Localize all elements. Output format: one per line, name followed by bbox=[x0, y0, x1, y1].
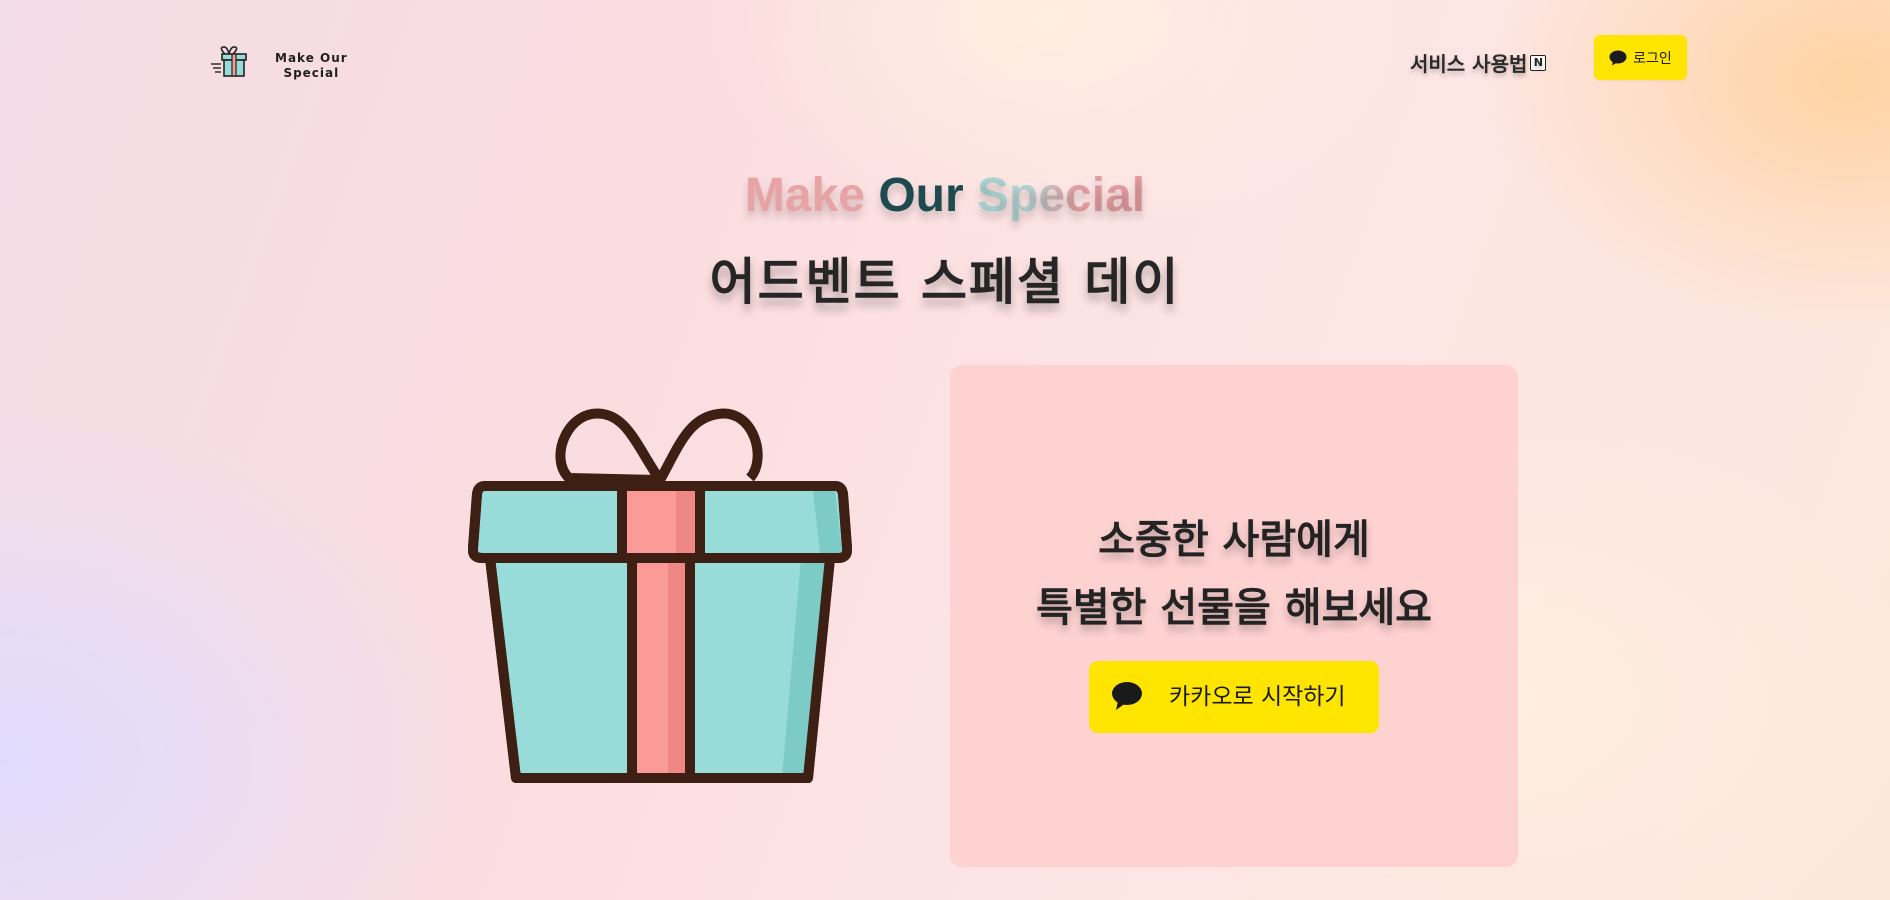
hero-title-special: Special bbox=[977, 169, 1146, 222]
intro-card: 소중한 사람에게 특별한 선물을 해보세요 카카오로 시작하기 bbox=[950, 365, 1518, 867]
login-label: 로그인 bbox=[1633, 50, 1672, 67]
site-header: Make Our Special 서비스 사용법 N 로그인 bbox=[0, 0, 1890, 120]
gift-illustration bbox=[467, 408, 853, 786]
logo-text: Make Our Special bbox=[275, 51, 348, 81]
logo-line-2: Special bbox=[283, 66, 340, 80]
service-guide-link[interactable]: 서비스 사용법 N bbox=[1410, 48, 1547, 77]
site-logo[interactable]: Make Our Special bbox=[211, 46, 348, 86]
logo-line-1: Make Our bbox=[275, 51, 348, 65]
kakao-start-button[interactable]: 카카오로 시작하기 bbox=[1089, 661, 1379, 733]
gift-box-illustration bbox=[467, 408, 853, 783]
login-button[interactable]: 로그인 bbox=[1594, 35, 1687, 80]
kakao-chat-bubble-icon bbox=[1609, 50, 1627, 65]
service-guide-label: 서비스 사용법 bbox=[1410, 52, 1528, 76]
kakao-chat-bubble-icon bbox=[1112, 682, 1142, 710]
hero-title: Make Our Special bbox=[0, 168, 1890, 223]
notion-icon: N bbox=[1530, 54, 1547, 71]
gift-logo-icon bbox=[211, 46, 247, 77]
hero-subtitle: 어드벤트 스페셜 데이 bbox=[709, 253, 1181, 311]
card-line-2: 특별한 선물을 해보세요 bbox=[1036, 585, 1432, 631]
card-line-1: 소중한 사람에게 bbox=[1098, 517, 1370, 563]
hero-title-make: Make bbox=[744, 169, 865, 222]
kakao-start-label: 카카오로 시작하기 bbox=[1169, 684, 1346, 710]
hero-title-our: Our bbox=[878, 169, 964, 222]
